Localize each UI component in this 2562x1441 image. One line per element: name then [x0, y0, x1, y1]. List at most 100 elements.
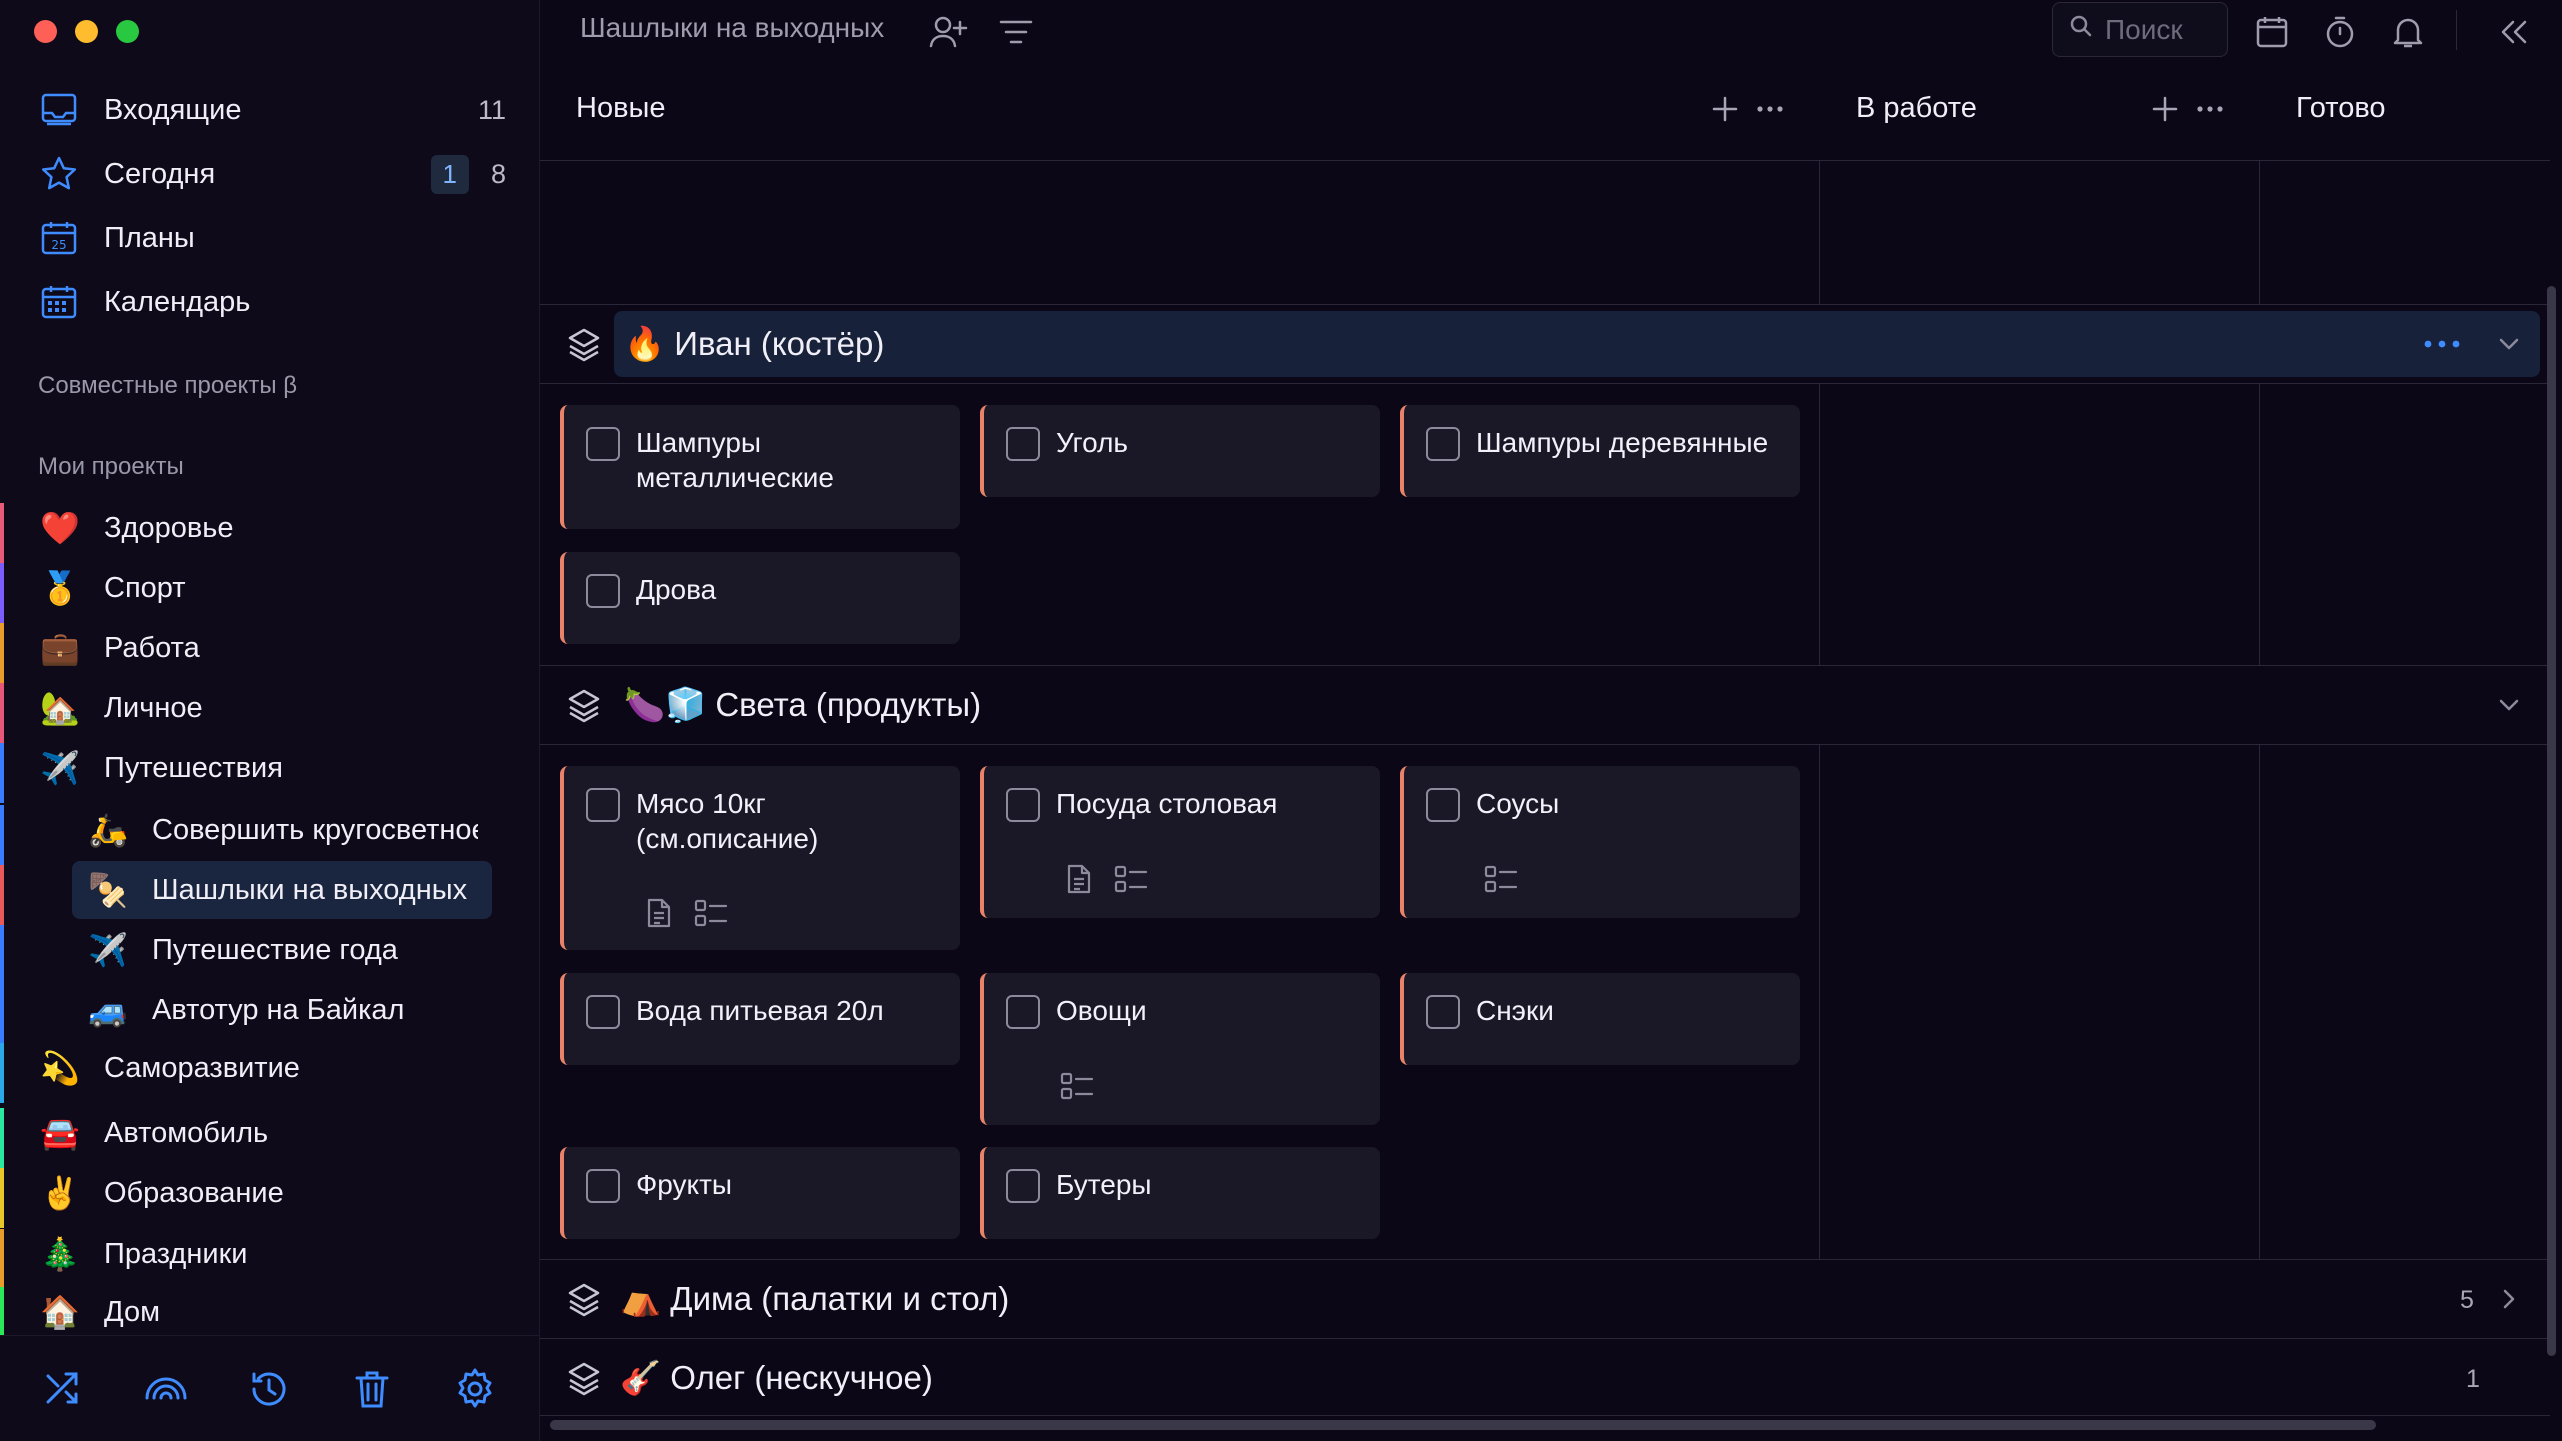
group-header-dima[interactable]: ⛺ Дима (палатки и стол) 5 — [540, 1266, 2550, 1332]
project-car[interactable]: 🚘 Автомобиль — [0, 1108, 500, 1168]
collapse-panel-icon[interactable] — [2494, 12, 2534, 52]
task-checkbox[interactable] — [586, 427, 620, 461]
search-input[interactable]: Поиск — [2052, 2, 2228, 57]
add-task-icon[interactable] — [1712, 96, 1738, 130]
group-header-ivan[interactable]: 🔥 Иван (костёр) — [614, 311, 2540, 377]
project-education[interactable]: ✌️ Образование — [0, 1168, 500, 1228]
task-meta-icons — [1060, 1071, 1094, 1108]
group-title: 🔥 Иван (костёр) — [624, 324, 885, 362]
project-home[interactable]: 🏠 Дом — [0, 1287, 500, 1337]
task-checkbox[interactable] — [586, 1169, 620, 1203]
task-card[interactable]: Уголь — [980, 405, 1380, 497]
project-color-bar — [0, 683, 4, 743]
task-checkbox[interactable] — [586, 574, 620, 608]
task-card[interactable]: Шампуры деревянные — [1400, 405, 1800, 497]
task-card[interactable]: Фрукты — [560, 1147, 960, 1239]
add-task-icon[interactable] — [2152, 96, 2178, 130]
task-checkbox[interactable] — [1426, 427, 1460, 461]
minimize-window-button[interactable] — [75, 20, 98, 43]
layers-icon[interactable] — [564, 685, 604, 725]
group-header-sveta[interactable]: 🍆🧊 Света (продукты) — [540, 672, 2550, 738]
project-self-dev[interactable]: 💫 Саморазвитие — [0, 1043, 500, 1103]
group-more-icon[interactable] — [2422, 329, 2462, 366]
task-card[interactable]: Овощи — [980, 973, 1380, 1125]
group-divider — [540, 1415, 2550, 1416]
task-checkbox[interactable] — [1006, 995, 1040, 1029]
chevron-down-icon[interactable] — [2494, 329, 2524, 359]
task-card[interactable]: Соусы — [1400, 766, 1800, 918]
task-checkbox[interactable] — [586, 995, 620, 1029]
task-card[interactable]: Шампуры металлические — [560, 405, 960, 529]
more-icon[interactable] — [1756, 96, 1784, 130]
rainbow-icon[interactable] — [143, 1366, 189, 1412]
task-checkbox[interactable] — [586, 788, 620, 822]
shared-projects-label[interactable]: Совместные проекты β — [38, 372, 297, 400]
skewer-icon: 🍢 — [88, 872, 128, 908]
history-icon[interactable] — [246, 1366, 292, 1412]
task-card[interactable]: Дрова — [560, 552, 960, 644]
task-title: Бутеры — [1056, 1169, 1152, 1200]
project-label: Саморазвитие — [104, 1051, 300, 1084]
group-header-oleg[interactable]: 🎸 Олег (нескучное) 1 — [540, 1345, 2550, 1411]
sparkle-icon: 💫 — [40, 1050, 80, 1086]
timer-icon[interactable] — [2320, 12, 2360, 52]
task-card[interactable]: Посуда столовая — [980, 766, 1380, 918]
filter-icon[interactable] — [996, 12, 1036, 52]
close-window-button[interactable] — [34, 20, 57, 43]
task-title: Вода питьевая 20л — [636, 995, 884, 1026]
task-card[interactable]: Бутеры — [980, 1147, 1380, 1239]
add-user-icon[interactable] — [928, 12, 968, 52]
nav-calendar[interactable]: Календарь — [38, 277, 506, 327]
horizontal-scrollbar[interactable] — [550, 1420, 2376, 1430]
task-checkbox[interactable] — [1006, 788, 1040, 822]
project-travel[interactable]: ✈️ Путешествия — [0, 743, 500, 803]
task-card[interactable]: Снэки — [1400, 973, 1800, 1065]
task-checkbox[interactable] — [1426, 995, 1460, 1029]
task-checkbox[interactable] — [1426, 788, 1460, 822]
my-projects-label[interactable]: Мои проекты — [38, 453, 184, 481]
vertical-scrollbar[interactable] — [2547, 286, 2556, 1356]
gear-icon[interactable] — [452, 1366, 498, 1412]
task-card[interactable]: Вода питьевая 20л — [560, 973, 960, 1065]
nav-inbox[interactable]: Входящие 11 — [38, 85, 506, 135]
victory-hand-icon: ✌️ — [40, 1175, 80, 1211]
task-meta-icons — [646, 898, 728, 935]
column-header-in-progress[interactable]: В работе — [1856, 92, 1977, 125]
chevron-down-icon[interactable] — [2494, 690, 2524, 720]
project-holidays[interactable]: 🎄 Праздники — [0, 1229, 500, 1289]
header-divider — [540, 160, 2550, 161]
calendar-icon[interactable] — [2252, 12, 2292, 52]
search-icon — [2069, 14, 2093, 45]
project-baikal[interactable]: 🚙 Автотур на Байкал — [0, 985, 500, 1045]
bell-icon[interactable] — [2388, 12, 2428, 52]
shuffle-icon[interactable] — [40, 1366, 86, 1412]
project-trip-year[interactable]: ✈️ Путешествие года — [0, 925, 500, 985]
window-controls — [34, 20, 139, 43]
project-work[interactable]: 💼 Работа — [0, 623, 500, 683]
layers-icon[interactable] — [564, 1358, 604, 1398]
group-divider — [540, 383, 2550, 384]
task-checkbox[interactable] — [1006, 427, 1040, 461]
more-icon[interactable] — [2196, 96, 2224, 130]
column-header-new[interactable]: Новые — [576, 92, 665, 125]
project-sport[interactable]: 🥇 Спорт — [0, 563, 500, 623]
layers-icon[interactable] — [564, 1279, 604, 1319]
task-card[interactable]: Мясо 10кг (см.описание) — [560, 766, 960, 950]
layers-icon[interactable] — [564, 324, 604, 364]
project-label: Совершить кругосветное — [152, 813, 478, 846]
project-shashlik[interactable]: 🍢 Шашлыки на выходных — [0, 861, 500, 925]
project-personal[interactable]: 🏡 Личное — [0, 683, 500, 743]
zoom-window-button[interactable] — [116, 20, 139, 43]
chevron-right-icon[interactable] — [2494, 1284, 2524, 1314]
nav-today[interactable]: Сегодня 1 8 — [38, 149, 506, 199]
trash-icon[interactable] — [349, 1366, 395, 1412]
column-divider — [1819, 160, 1820, 304]
column-header-done[interactable]: Готово — [2296, 92, 2386, 125]
project-label: Образование — [104, 1176, 284, 1209]
project-round-world[interactable]: 🛵 Совершить кругосветное — [0, 805, 500, 865]
task-checkbox[interactable] — [1006, 1169, 1040, 1203]
nav-plans[interactable]: 25 Планы — [38, 213, 506, 263]
group-task-count: 1 — [2466, 1365, 2480, 1393]
project-health[interactable]: ❤️ Здоровье — [0, 503, 500, 563]
project-color-bar — [0, 503, 4, 563]
